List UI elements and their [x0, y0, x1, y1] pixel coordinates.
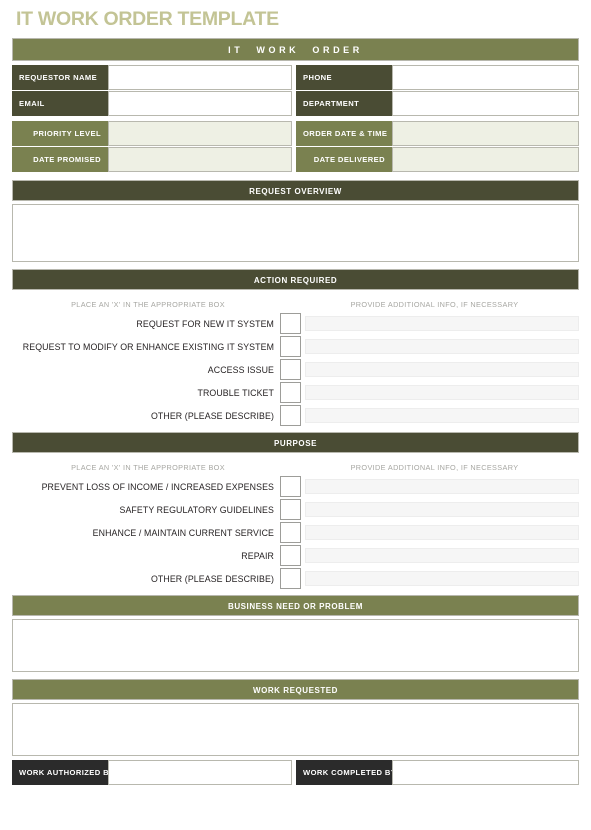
checklist-row: REQUEST TO MODIFY OR ENHANCE EXISTING IT…	[12, 336, 579, 358]
checklist-row: REPAIR	[12, 545, 579, 567]
checklist-label: ACCESS ISSUE	[207, 364, 274, 375]
checklist-row: ENHANCE / MAINTAIN CURRENT SERVICE	[12, 522, 579, 544]
checklist-label: ENHANCE / MAINTAIN CURRENT SERVICE	[92, 527, 274, 538]
label-department: DEPARTMENT	[296, 91, 392, 117]
checklist-label: REQUEST FOR NEW IT SYSTEM	[136, 318, 274, 329]
heading-purpose: PURPOSE	[12, 432, 579, 454]
checklist-label: OTHER (PLEASE DESCRIBE)	[150, 410, 274, 421]
checklist-row: OTHER (PLEASE DESCRIBE)	[12, 568, 579, 590]
field-work-authorized-by[interactable]	[108, 760, 292, 786]
label-order-date-time: ORDER DATE & TIME	[296, 121, 392, 147]
field-business-need[interactable]	[12, 619, 579, 673]
checkbox-enhance-maintain-service[interactable]	[280, 522, 301, 544]
checklist-row: REQUEST FOR NEW IT SYSTEM	[12, 313, 579, 335]
label-email: EMAIL	[12, 91, 108, 117]
checkbox-prevent-loss-of-income[interactable]	[280, 476, 301, 498]
checkbox-safety-regulatory-guidelines[interactable]	[280, 499, 301, 521]
checklist-label: PREVENT LOSS OF INCOME / INCREASED EXPEN…	[41, 481, 274, 492]
checkbox-trouble-ticket[interactable]	[280, 382, 301, 404]
work-order-banner: IT WORK ORDER	[12, 38, 579, 62]
checkbox-access-issue[interactable]	[280, 359, 301, 381]
info-row-email: EMAIL DEPARTMENT	[12, 91, 579, 117]
signature-row: WORK AUTHORIZED BY WORK COMPLETED BY	[12, 760, 579, 786]
checklist-label: OTHER (PLEASE DESCRIBE)	[150, 573, 274, 584]
heading-work-requested: WORK REQUESTED	[12, 679, 579, 701]
note-action-other[interactable]	[305, 408, 579, 424]
heading-request-overview: REQUEST OVERVIEW	[12, 180, 579, 202]
checklist-label: TROUBLE TICKET	[197, 387, 274, 398]
checkbox-modify-existing-it-system[interactable]	[280, 336, 301, 358]
checklist-row: TROUBLE TICKET	[12, 382, 579, 404]
instruction-additional-info: PROVIDE ADDITIONAL INFO, IF NECESSARY	[350, 299, 519, 309]
field-requestor-name[interactable]	[108, 65, 292, 91]
checkbox-purpose-other[interactable]	[280, 568, 301, 590]
field-date-delivered[interactable]	[392, 147, 579, 173]
note-trouble-ticket[interactable]	[305, 385, 579, 401]
instructions-action-required: PLACE AN 'X' IN THE APPROPRIATE BOX PROV…	[12, 293, 579, 313]
checklist-row: OTHER (PLEASE DESCRIBE)	[12, 405, 579, 427]
field-work-completed-by[interactable]	[392, 760, 579, 786]
field-request-overview[interactable]	[12, 204, 579, 263]
note-purpose-other[interactable]	[305, 571, 579, 587]
field-phone[interactable]	[392, 65, 579, 91]
field-order-date-time[interactable]	[392, 121, 579, 147]
page-title: IT WORK ORDER TEMPLATE	[16, 8, 279, 30]
label-work-authorized-by: WORK AUTHORIZED BY	[12, 760, 114, 786]
checklist-row: SAFETY REGULATORY GUIDELINES	[12, 499, 579, 521]
field-work-requested[interactable]	[12, 703, 579, 757]
info-row-priority: PRIORITY LEVEL ORDER DATE & TIME	[12, 121, 579, 147]
info-row-requestor: REQUESTOR NAME PHONE	[12, 65, 579, 91]
label-date-promised: DATE PROMISED	[12, 147, 108, 173]
heading-business-need: BUSINESS NEED OR PROBLEM	[12, 595, 579, 617]
note-modify-existing-it-system[interactable]	[305, 339, 579, 355]
note-prevent-loss-of-income[interactable]	[305, 479, 579, 495]
checklist-row: PREVENT LOSS OF INCOME / INCREASED EXPEN…	[12, 476, 579, 498]
note-request-new-it-system[interactable]	[305, 316, 579, 332]
checklist-row: ACCESS ISSUE	[12, 359, 579, 381]
checklist-label: REPAIR	[241, 550, 274, 561]
instructions-purpose: PLACE AN 'X' IN THE APPROPRIATE BOX PROV…	[12, 456, 579, 476]
field-email[interactable]	[108, 91, 292, 117]
instruction-place-x: PLACE AN 'X' IN THE APPROPRIATE BOX	[71, 462, 225, 472]
label-requestor-name: REQUESTOR NAME	[12, 65, 108, 91]
info-row-dates: DATE PROMISED DATE DELIVERED	[12, 147, 579, 173]
instruction-additional-info: PROVIDE ADDITIONAL INFO, IF NECESSARY	[350, 462, 519, 472]
checkbox-action-other[interactable]	[280, 405, 301, 427]
label-priority-level: PRIORITY LEVEL	[12, 121, 108, 147]
checkbox-request-new-it-system[interactable]	[280, 313, 301, 335]
note-safety-regulatory-guidelines[interactable]	[305, 502, 579, 518]
label-work-completed-by: WORK COMPLETED BY	[296, 760, 396, 786]
checklist-label: SAFETY REGULATORY GUIDELINES	[119, 504, 274, 515]
note-access-issue[interactable]	[305, 362, 579, 378]
checkbox-repair[interactable]	[280, 545, 301, 567]
field-date-promised[interactable]	[108, 147, 292, 173]
field-priority-level[interactable]	[108, 121, 292, 147]
checklist-label: REQUEST TO MODIFY OR ENHANCE EXISTING IT…	[22, 341, 274, 352]
field-department[interactable]	[392, 91, 579, 117]
heading-action-required: ACTION REQUIRED	[12, 269, 579, 291]
label-date-delivered: DATE DELIVERED	[296, 147, 392, 173]
instruction-place-x: PLACE AN 'X' IN THE APPROPRIATE BOX	[71, 299, 225, 309]
it-work-order-template: IT WORK ORDER TEMPLATE IT WORK ORDER REQ…	[0, 0, 591, 830]
label-phone: PHONE	[296, 65, 392, 91]
note-repair[interactable]	[305, 548, 579, 564]
note-enhance-maintain-service[interactable]	[305, 525, 579, 541]
